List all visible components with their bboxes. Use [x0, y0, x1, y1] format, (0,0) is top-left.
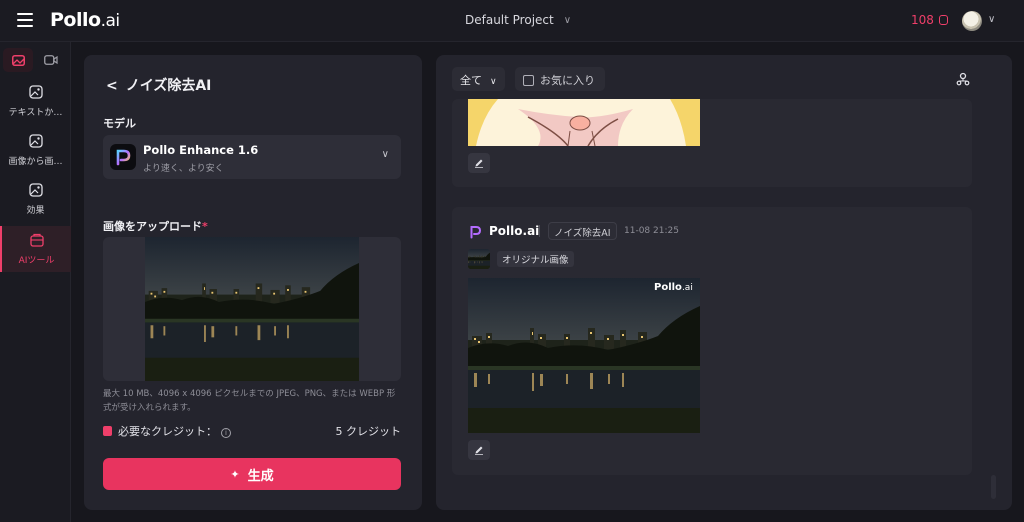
sidebar-item-text-to-image[interactable]: テキストか…	[0, 78, 71, 124]
credit-requirement: 必要なクレジット： i 5 クレジット	[103, 423, 401, 439]
model-selector[interactable]: Pollo Enhance 1.6 より速く、より安く ∨	[103, 135, 401, 179]
generate-button[interactable]: ✦ 生成	[103, 458, 401, 490]
chevron-down-icon: ∨	[490, 77, 497, 87]
upload-dropzone[interactable]	[103, 237, 401, 381]
upload-hint: 最大 10 MB、4096 x 4096 ピクセルまでの JPEG、PNG、また…	[103, 389, 396, 413]
tab-video[interactable]	[36, 48, 66, 72]
sparkle-icon: ✦	[230, 467, 240, 481]
original-image-badge: オリジナル画像	[497, 251, 574, 267]
video-icon	[44, 55, 58, 65]
text-to-image-icon	[28, 85, 43, 99]
model-description: より速く、より安く	[143, 164, 224, 174]
app-logo[interactable]: Pollo.ai	[50, 9, 120, 31]
project-selector[interactable]: Default Project ∨	[465, 13, 571, 27]
filter-dropdown[interactable]: 全て ∨	[452, 67, 505, 91]
chevron-down-icon[interactable]: ∨	[988, 14, 995, 25]
result-image[interactable]	[468, 99, 700, 146]
top-bar: Pollo.ai Default Project ∨ 108 ∨	[0, 0, 1024, 42]
sidebar-item-ai-tools[interactable]: AIツール	[0, 226, 71, 272]
favorites-checkbox[interactable]: お気に入り	[515, 67, 605, 91]
image-icon	[11, 54, 25, 66]
chevron-down-icon: ∨	[381, 149, 389, 160]
chevron-down-icon: ∨	[563, 15, 572, 26]
pollo-logo-icon	[110, 144, 136, 170]
effects-icon	[28, 183, 43, 197]
checkbox-icon	[523, 75, 534, 86]
sidebar-item-label: AIツール	[18, 256, 55, 266]
credit-cost: 5 クレジット	[335, 425, 402, 438]
credits-stack-icon	[103, 426, 112, 436]
sidebar-item-label: 画像から画…	[8, 157, 63, 167]
divider	[539, 225, 540, 237]
coin-icon	[938, 15, 948, 25]
edit-button[interactable]	[468, 440, 490, 460]
edit-button[interactable]	[468, 153, 490, 173]
timestamp: 11-08 21:25	[624, 226, 679, 236]
sidebar-mode-tabs	[0, 42, 71, 76]
sidebar-item-label: 効果	[26, 206, 45, 216]
tab-image[interactable]	[3, 48, 33, 72]
left-sidebar: テキストか… 画像から画… 効果 AIツール	[0, 42, 71, 522]
hamburger-menu-icon[interactable]	[17, 13, 33, 27]
sidebar-item-label: テキストか…	[8, 108, 63, 118]
tool-settings-panel: < ノイズ除去AI モデル Pollo Enhance 1.6 より速く、より安く…	[84, 55, 422, 510]
pencil-icon	[475, 446, 483, 455]
project-name: Default Project	[465, 13, 554, 27]
result-card	[452, 99, 972, 187]
results-panel: 全て ∨ お気に入り Pollo.ai ノイズ除去AI 11-08 21:25 オ…	[436, 55, 1012, 510]
page-title[interactable]: < ノイズ除去AI	[106, 75, 211, 95]
watermark: Pollo.ai	[654, 282, 693, 293]
uploaded-image	[145, 237, 359, 381]
model-name: Pollo Enhance 1.6	[143, 143, 259, 157]
credits-badge[interactable]: 108	[911, 13, 948, 27]
upload-label: 画像をアップロード*	[103, 220, 208, 233]
info-icon[interactable]: i	[221, 428, 231, 438]
result-brand: Pollo.ai	[489, 224, 540, 238]
sidebar-item-image-to-image[interactable]: 画像から画…	[0, 127, 71, 173]
model-label: モデル	[103, 117, 136, 130]
tool-tag: ノイズ除去AI	[548, 222, 617, 240]
back-arrow-icon[interactable]: <	[106, 78, 118, 94]
result-image[interactable]	[468, 278, 700, 433]
pollo-logo-icon	[470, 226, 482, 239]
pencil-icon	[475, 159, 483, 168]
original-thumbnail[interactable]	[468, 249, 490, 269]
image-to-image-icon	[28, 134, 43, 148]
share-icon[interactable]	[956, 72, 970, 86]
result-card: Pollo.ai ノイズ除去AI 11-08 21:25 オリジナル画像 Pol…	[452, 207, 972, 475]
scrollbar[interactable]	[991, 475, 996, 499]
sidebar-item-effects[interactable]: 効果	[0, 176, 71, 222]
avatar[interactable]	[962, 11, 982, 31]
ai-tools-icon	[29, 233, 44, 247]
